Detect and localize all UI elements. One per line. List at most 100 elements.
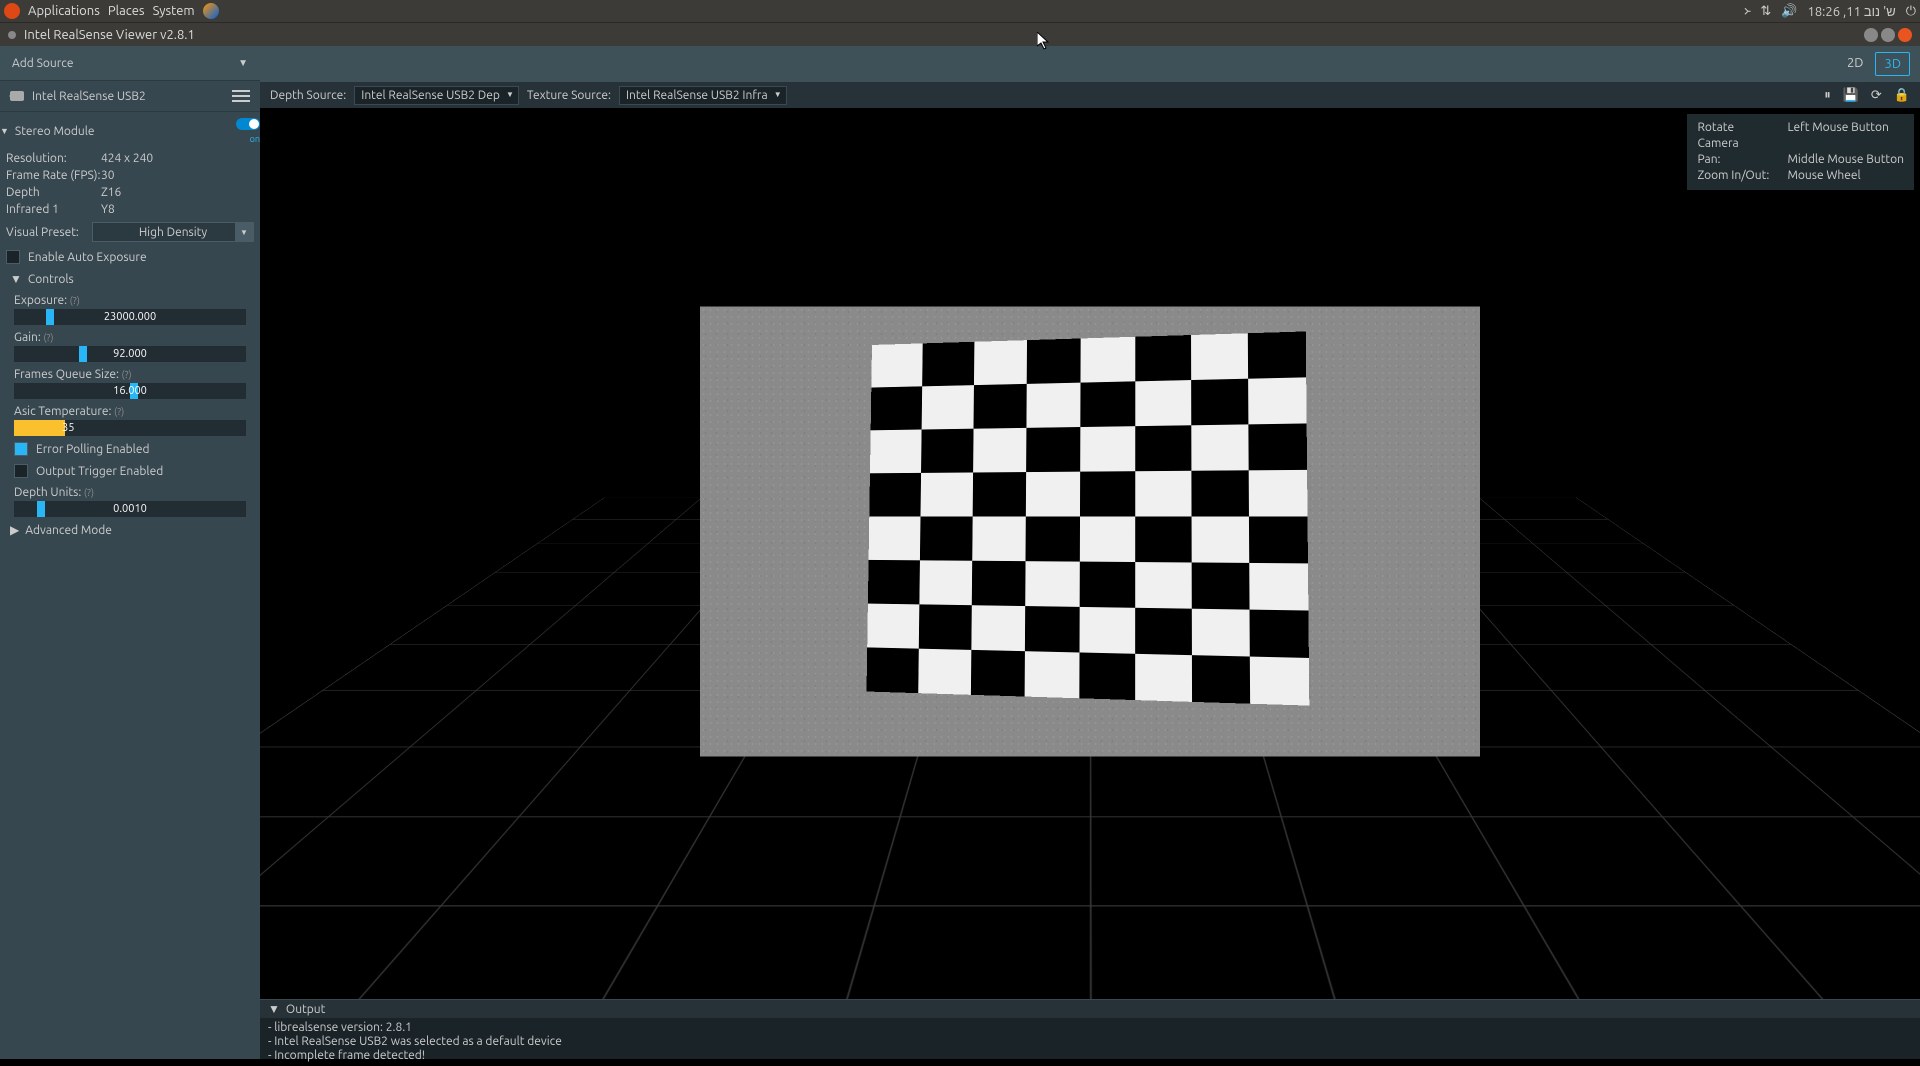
chevron-down-icon: ▼ <box>235 223 253 241</box>
lock-icon[interactable]: 🔒 <box>1894 88 1910 103</box>
pointcloud-preview <box>700 306 1480 756</box>
expand-icon: ▼ <box>268 1002 280 1016</box>
depth-units-label: Depth Units: <box>14 486 81 499</box>
maximize-button[interactable] <box>1881 28 1895 42</box>
exposure-value: 23000.000 <box>14 311 246 323</box>
help-pan-label: Pan: <box>1697 152 1777 168</box>
expand-icon: ▼ <box>0 126 9 136</box>
asic-temp-value: 35 <box>14 422 246 434</box>
help-rotate-value: Left Mouse Button <box>1787 120 1888 152</box>
controls-header[interactable]: ▼ Controls <box>0 268 260 290</box>
bluetooth-icon[interactable]: ᚛ <box>1744 4 1751 19</box>
depth-label: Depth <box>6 186 101 199</box>
gain-value: 92.000 <box>14 348 246 360</box>
network-icon[interactable]: ⇅ <box>1760 4 1771 19</box>
volume-icon[interactable]: 🔊 <box>1781 4 1797 19</box>
depth-source-value: Intel RealSense USB2 Dep <box>361 89 500 102</box>
viewport-3d[interactable]: Rotate CameraLeft Mouse Button Pan:Middl… <box>260 108 1920 999</box>
window-titlebar: Intel RealSense Viewer v2.8.1 <box>0 22 1920 46</box>
gain-label: Gain: <box>14 331 41 344</box>
help-icon[interactable]: (?) <box>121 369 131 380</box>
depth-units-slider[interactable]: 0.0010 <box>14 501 246 517</box>
window-title: Intel RealSense Viewer v2.8.1 <box>24 28 195 42</box>
help-zoom-label: Zoom In/Out: <box>1697 168 1777 184</box>
advanced-mode-label: Advanced Mode <box>25 524 112 537</box>
output-header[interactable]: ▼ Output <box>260 1000 1920 1018</box>
preset-value: High Density <box>139 226 207 239</box>
clock[interactable]: ש' נוב 11, 18:26 <box>1808 4 1896 19</box>
pause-icon[interactable]: ⏸ <box>1824 88 1831 103</box>
help-icon[interactable]: (?) <box>70 295 80 306</box>
error-polling-label: Error Polling Enabled <box>36 443 149 456</box>
frames-queue-label: Frames Queue Size: <box>14 368 119 381</box>
asic-temp-readout: 35 <box>14 420 246 436</box>
save-icon[interactable]: 💾 <box>1843 88 1859 103</box>
add-source-label: Add Source <box>12 57 73 70</box>
depth-units-value: 0.0010 <box>14 503 246 515</box>
output-panel: ▼ Output - librealsense version: 2.8.1 -… <box>260 999 1920 1059</box>
fps-label: Frame Rate (FPS): <box>6 169 101 182</box>
exposure-label: Exposure: <box>14 294 67 307</box>
app-icon <box>8 31 16 39</box>
exposure-slider[interactable]: 23000.000 <box>14 309 246 325</box>
depth-value: Z16 <box>101 186 121 199</box>
view-2d-button[interactable]: 2D <box>1839 52 1872 76</box>
chevron-down-icon: ▼ <box>774 90 782 99</box>
output-line: - librealsense version: 2.8.1 <box>268 1021 1912 1035</box>
sidebar: Add Source ▼ Intel RealSense USB2 ▼ Ster… <box>0 46 260 1059</box>
output-line: - Incomplete frame detected! <box>268 1049 1912 1063</box>
module-toggle-label: on <box>236 134 260 144</box>
error-polling-checkbox[interactable] <box>14 442 28 456</box>
frames-queue-slider[interactable]: 16.000 <box>14 383 246 399</box>
help-icon[interactable]: (?) <box>84 487 94 498</box>
firefox-icon[interactable] <box>203 3 219 19</box>
help-icon[interactable]: (?) <box>43 332 53 343</box>
help-pan-value: Middle Mouse Button <box>1787 152 1904 168</box>
stereo-module-header[interactable]: ▼ Stereo Module on <box>0 112 260 150</box>
auto-exposure-checkbox[interactable] <box>6 250 20 264</box>
hamburger-icon[interactable] <box>232 90 250 102</box>
frames-queue-value: 16.000 <box>14 385 246 397</box>
source-bar: Depth Source: Intel RealSense USB2 Dep▼ … <box>260 82 1920 108</box>
output-trigger-checkbox[interactable] <box>14 464 28 478</box>
minimize-button[interactable] <box>1864 28 1878 42</box>
output-label: Output <box>286 1003 325 1016</box>
output-line: - Intel RealSense USB2 was selected as a… <box>268 1035 1912 1049</box>
texture-source-label: Texture Source: <box>527 89 611 102</box>
menu-places[interactable]: Places <box>108 4 145 18</box>
camera-icon <box>10 91 24 101</box>
add-source-dropdown[interactable]: Add Source ▼ <box>0 46 260 80</box>
advanced-mode-header[interactable]: ▶ Advanced Mode <box>0 519 260 541</box>
power-icon[interactable]: ⏻ <box>1906 4 1916 19</box>
expand-icon: ▶ <box>10 523 19 537</box>
close-button[interactable] <box>1898 28 1912 42</box>
ubuntu-icon[interactable] <box>4 3 20 19</box>
module-name: Stereo Module <box>15 125 95 138</box>
texture-source-value: Intel RealSense USB2 Infra <box>626 89 768 102</box>
chevron-down-icon: ▼ <box>506 90 514 99</box>
resolution-value: 424 x 240 <box>101 152 153 165</box>
view-3d-button[interactable]: 3D <box>1875 52 1910 76</box>
texture-source-select[interactable]: Intel RealSense USB2 Infra ▼ <box>619 86 787 105</box>
infrared-label: Infrared 1 <box>6 203 101 216</box>
help-icon[interactable]: (?) <box>114 406 124 417</box>
menu-system[interactable]: System <box>153 4 195 18</box>
main-area: 2D 3D Depth Source: Intel RealSense USB2… <box>260 46 1920 1059</box>
device-name: Intel RealSense USB2 <box>32 90 146 103</box>
help-zoom-value: Mouse Wheel <box>1787 168 1860 184</box>
module-toggle[interactable] <box>236 118 260 130</box>
output-trigger-label: Output Trigger Enabled <box>36 465 163 478</box>
expand-icon: ▼ <box>10 272 22 286</box>
asic-temp-label: Asic Temperature: <box>14 405 112 418</box>
preset-label: Visual Preset: <box>6 226 86 239</box>
menu-applications[interactable]: Applications <box>28 4 100 18</box>
os-topbar: Applications Places System ᚛ ⇅ 🔊 ש' נוב … <box>0 0 1920 22</box>
device-header[interactable]: Intel RealSense USB2 <box>0 80 260 112</box>
gain-slider[interactable]: 92.000 <box>14 346 246 362</box>
controls-label: Controls <box>28 273 74 286</box>
controls-help-overlay: Rotate CameraLeft Mouse Button Pan:Middl… <box>1687 114 1914 190</box>
infrared-value: Y8 <box>101 203 115 216</box>
preset-select[interactable]: High Density ▼ <box>92 222 254 242</box>
refresh-icon[interactable]: ⟳ <box>1871 88 1882 103</box>
depth-source-select[interactable]: Intel RealSense USB2 Dep ▼ <box>354 86 519 105</box>
